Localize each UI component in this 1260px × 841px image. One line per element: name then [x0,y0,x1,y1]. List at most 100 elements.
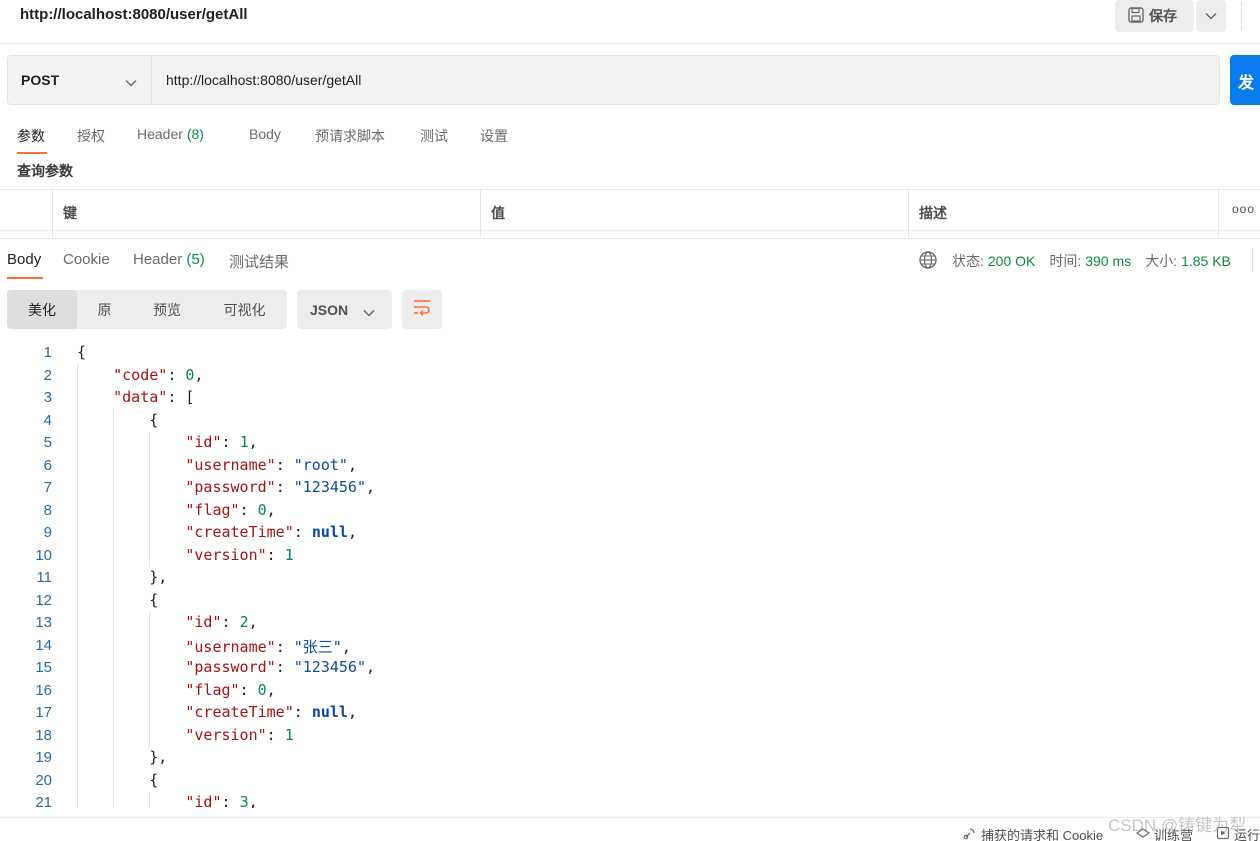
tab-body[interactable]: Body [249,126,281,142]
tab-settings[interactable]: 设置 [480,126,508,146]
code-text: { [149,770,159,789]
response-tab-body[interactable]: Body [7,251,41,268]
satellite-icon [963,826,977,841]
line-number: 8 [43,501,52,519]
code-text: { [77,343,87,361]
tab-pre-request-script[interactable]: 预请求脚本 [315,126,385,146]
wrap-lines-icon [412,298,432,321]
code-text: "version": 1 [185,725,294,744]
request-title[interactable]: http://localhost:8080/user/getAll [20,6,248,23]
format-select[interactable]: JSON [297,290,392,329]
code-text: }, [149,568,168,586]
line-number: 5 [43,434,52,451]
view-mode-switcher: 美化 原 预览 可视化 [7,290,287,329]
view-mode-raw[interactable]: 原 [77,290,132,329]
more-options-icon[interactable]: ooo [1232,202,1255,216]
response-body-viewer[interactable]: 1{2 "code": 0, 3 "data": [4 {5 "id": 1, 6 … [0,342,1260,808]
column-header-value: 值 [491,205,505,221]
divider [1252,248,1253,272]
code-line: 3 "data": [ [0,387,1260,409]
chevron-down-icon [1205,7,1217,25]
save-button[interactable]: 保存 [1115,0,1194,32]
tab-authorization[interactable]: 授权 [77,126,105,146]
column-header-key: 键 [63,205,77,221]
status-bar: 捕获的请求和 Cookie 训练营 运行 [0,817,1260,841]
code-line: 21 "id": 3, [0,792,1260,808]
line-number: 13 [35,614,52,631]
column-divider [52,190,53,239]
tab-label: 测试 [420,128,448,144]
column-divider [480,190,481,239]
active-tab-indicator [7,277,43,279]
status-value[interactable]: 200 OK [988,253,1035,269]
tab-label: 测试结果 [229,254,290,271]
response-tab-headers[interactable]: Header (5) [133,251,205,268]
code-text: "username": "root", [185,455,357,474]
tab-label: Body [249,126,281,142]
code-text: "password": "123456", [185,658,376,676]
code-text: "flag": 0, [185,680,276,699]
code-text: "code": 0, [113,365,204,384]
globe-icon[interactable] [918,250,938,273]
tab-label: 设置 [480,128,508,144]
status-label: 状态: [952,253,984,269]
view-mode-visualize[interactable]: 可视化 [202,290,287,329]
line-number: 2 [43,366,52,384]
save-options-button[interactable] [1196,0,1226,32]
line-number: 16 [35,681,52,699]
tab-label: Cookie [63,251,110,268]
code-text: { [149,590,159,609]
line-number: 4 [43,411,52,429]
code-text: "id": 3, [185,793,258,808]
code-text: "version": 1 [185,545,294,564]
method-select[interactable]: POST [8,56,152,104]
size-value[interactable]: 1.85 KB [1181,253,1231,269]
size-label: 大小: [1145,253,1178,269]
request-title-bar: http://localhost:8080/user/getAll 保存 [0,0,1260,44]
code-text: { [149,410,159,429]
code-text: }, [149,748,168,766]
line-number: 6 [43,456,52,474]
tab-label: 授权 [77,128,105,144]
format-label: JSON [310,301,349,318]
chevron-down-icon [125,74,137,90]
column-header-description: 描述 [919,205,947,221]
response-tab-test-results[interactable]: 测试结果 [229,251,289,272]
code-line: 20 { [0,770,1260,792]
code-line: 15 "password": "123456", [0,657,1260,679]
code-line: 11 }, [0,567,1260,589]
code-line: 17 "createTime": null, [0,702,1260,724]
tab-params[interactable]: 参数 [17,126,45,146]
code-text: "id": 1, [185,433,258,451]
wrap-lines-button[interactable] [402,290,442,329]
line-number: 20 [35,771,52,789]
active-tab-indicator [17,152,47,154]
send-button[interactable]: 发 [1230,55,1260,105]
line-number: 9 [43,524,52,541]
time-label: 时间: [1049,253,1082,269]
tab-headers[interactable]: Header (8) [137,126,204,142]
code-line: 5 "id": 1, [0,432,1260,454]
capture-requests-button[interactable]: 捕获的请求和 Cookie [963,825,1103,841]
code-text: "createTime": null, [185,703,357,721]
code-line: 18 "version": 1 [0,725,1260,747]
save-icon [1127,6,1145,27]
line-number: 1 [43,344,52,361]
tab-label: 参数 [17,128,45,144]
tab-label: Body [7,251,42,268]
code-line: 7 "password": "123456", [0,477,1260,499]
url-input[interactable]: http://localhost:8080/user/getAll [166,72,361,88]
response-meta: 状态: 200 OK 时间: 390 ms 大小: 1.85 KB [918,250,1231,273]
response-tab-cookies[interactable]: Cookie [63,251,110,268]
code-line: 10 "version": 1 [0,545,1260,567]
tab-label: 预请求脚本 [315,128,385,144]
tab-tests[interactable]: 测试 [420,126,448,146]
code-text: "username": "张三", [185,637,351,656]
view-mode-preview[interactable]: 预览 [132,290,202,329]
line-number: 10 [35,546,52,564]
save-label: 保存 [1149,8,1177,24]
query-params-heading: 查询参数 [17,163,73,179]
view-mode-pretty[interactable]: 美化 [7,290,77,329]
watermark: CSDN @铸键为犁 [1108,816,1247,835]
time-value[interactable]: 390 ms [1085,253,1131,269]
